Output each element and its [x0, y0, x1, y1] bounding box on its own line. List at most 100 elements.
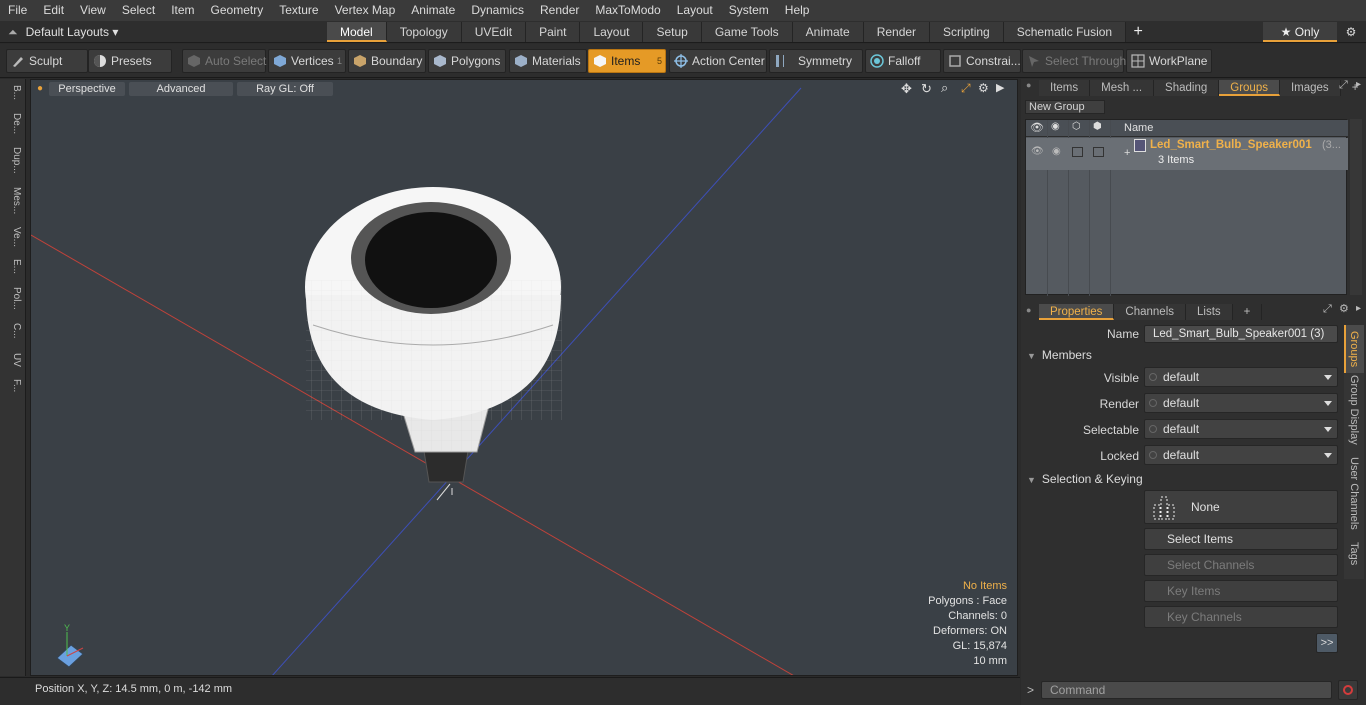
- left-tab-ve[interactable]: Ve...: [4, 227, 22, 247]
- props-expand-icon[interactable]: ⤢: [1323, 303, 1332, 316]
- materials-button[interactable]: Materials: [509, 49, 587, 73]
- command-input[interactable]: Command: [1041, 681, 1332, 699]
- group-list-scrollbar[interactable]: [1350, 119, 1362, 295]
- menu-help[interactable]: Help: [777, 0, 818, 21]
- viewport-expand-icon[interactable]: ▶: [996, 81, 1004, 94]
- visible-dropdown[interactable]: default: [1144, 367, 1338, 387]
- members-section[interactable]: ▼ Members: [1027, 348, 1092, 362]
- row-lock-checkbox[interactable]: [1093, 147, 1104, 157]
- menu-animate[interactable]: Animate: [403, 0, 463, 21]
- left-tab-dup[interactable]: Dup...: [4, 147, 22, 174]
- group-name-field[interactable]: Led_Smart_Bulb_Speaker001 (3): [1144, 325, 1338, 343]
- top-panel-menu-icon[interactable]: ●: [1026, 80, 1031, 90]
- falloff-button[interactable]: Falloff: [865, 49, 941, 73]
- only-toggle[interactable]: ★ Only: [1263, 22, 1337, 42]
- tab-items[interactable]: Items: [1039, 80, 1091, 96]
- add-prop-tab-icon[interactable]: +: [1233, 304, 1263, 320]
- left-tab-uv[interactable]: UV: [4, 353, 22, 367]
- menu-file[interactable]: File: [0, 0, 35, 21]
- 3d-viewport[interactable]: Y ● Perspective Advanced Ray GL: Off ✥ ↻…: [30, 79, 1018, 676]
- menu-system[interactable]: System: [721, 0, 777, 21]
- raygl-button[interactable]: Ray GL: Off: [237, 82, 333, 96]
- left-tab-b[interactable]: B...: [4, 85, 22, 100]
- menu-texture[interactable]: Texture: [271, 0, 326, 21]
- locked-dropdown[interactable]: default: [1144, 445, 1338, 465]
- left-tab-f[interactable]: F...: [4, 379, 22, 392]
- render-header-icon[interactable]: ◉: [1051, 121, 1060, 132]
- add-tab-icon[interactable]: +: [1126, 22, 1150, 42]
- tab-layout[interactable]: Layout: [580, 22, 644, 42]
- tab-schematic-fusion[interactable]: Schematic Fusion: [1003, 22, 1127, 42]
- tab-groups[interactable]: Groups: [1219, 80, 1280, 96]
- tab-lists[interactable]: Lists: [1186, 304, 1233, 320]
- items-button[interactable]: Items 5: [588, 49, 666, 73]
- panel-expand-icon[interactable]: ⤢: [1339, 79, 1348, 92]
- rotate-view-icon[interactable]: ↻: [921, 81, 932, 97]
- tab-channels[interactable]: Channels: [1114, 304, 1187, 320]
- presets-button[interactable]: Presets: [88, 49, 172, 73]
- tab-model[interactable]: Model: [327, 22, 387, 42]
- symmetry-button[interactable]: Symmetry: [769, 49, 863, 73]
- left-tab-c[interactable]: C...: [4, 323, 22, 339]
- selectable-dropdown[interactable]: default: [1144, 419, 1338, 439]
- menu-select[interactable]: Select: [114, 0, 163, 21]
- menu-edit[interactable]: Edit: [35, 0, 72, 21]
- view-perspective-button[interactable]: Perspective: [49, 82, 125, 96]
- select-through-button[interactable]: Select Through: [1022, 49, 1126, 73]
- menu-item[interactable]: Item: [163, 0, 202, 21]
- side-tab-groups[interactable]: Groups: [1344, 325, 1364, 373]
- menu-view[interactable]: View: [72, 0, 114, 21]
- record-button[interactable]: [1338, 680, 1358, 700]
- props-panel-menu-icon[interactable]: ●: [1026, 305, 1031, 315]
- key-channels-button[interactable]: Key Channels: [1144, 606, 1338, 628]
- fit-view-icon[interactable]: ⤢: [961, 81, 971, 96]
- menu-vertex-map[interactable]: Vertex Map: [327, 0, 404, 21]
- selection-keying-section[interactable]: ▼ Selection & Keying: [1027, 472, 1143, 486]
- side-tab-user-channels[interactable]: User Channels: [1344, 455, 1364, 531]
- row-select-checkbox[interactable]: [1072, 147, 1083, 157]
- menu-layout[interactable]: Layout: [669, 0, 721, 21]
- zoom-view-icon[interactable]: ⌕: [941, 80, 948, 96]
- select-channels-button[interactable]: Select Channels: [1144, 554, 1338, 576]
- tab-uvedit[interactable]: UVEdit: [461, 22, 527, 42]
- tab-paint[interactable]: Paint: [526, 22, 581, 42]
- new-group-button[interactable]: New Group: [1025, 100, 1105, 114]
- menu-dynamics[interactable]: Dynamics: [463, 0, 532, 21]
- none-button[interactable]: None: [1144, 490, 1338, 524]
- menu-maxtomodo[interactable]: MaxToModo: [587, 0, 668, 21]
- menu-geometry[interactable]: Geometry: [203, 0, 272, 21]
- move-view-icon[interactable]: ✥: [901, 81, 912, 97]
- lock-header-icon[interactable]: ⬢: [1093, 121, 1102, 132]
- name-column-header[interactable]: Name: [1124, 122, 1153, 134]
- tab-images[interactable]: Images: [1279, 80, 1341, 96]
- props-gear-icon[interactable]: ⚙: [1339, 302, 1349, 315]
- left-tab-mes[interactable]: Mes...: [4, 187, 22, 214]
- default-layouts-dropdown[interactable]: ⏶ Default Layouts ▾: [8, 21, 118, 43]
- group-row[interactable]: 👁 ◉ + Led_Smart_Bulb_Speaker001 (3... 3 …: [1026, 138, 1348, 170]
- panel-more-icon[interactable]: ▸: [1356, 79, 1361, 90]
- left-tab-e[interactable]: E...: [4, 259, 22, 274]
- row-expand-icon[interactable]: +: [1124, 147, 1130, 159]
- more-button[interactable]: >>: [1316, 633, 1338, 653]
- constraints-button[interactable]: Constrai...: [943, 49, 1021, 73]
- action-center-button[interactable]: Action Center: [669, 49, 767, 73]
- polygons-button[interactable]: Polygons: [428, 49, 506, 73]
- menu-render[interactable]: Render: [532, 0, 587, 21]
- select-header-icon[interactable]: ⬡: [1072, 121, 1081, 132]
- side-tab-group-display[interactable]: Group Display: [1344, 375, 1364, 445]
- tab-setup[interactable]: Setup: [643, 22, 702, 42]
- vertices-button[interactable]: Vertices 1: [268, 49, 346, 73]
- select-items-button[interactable]: Select Items: [1144, 528, 1338, 550]
- gear-icon[interactable]: ⚙: [1341, 22, 1361, 42]
- row-visibility-icon[interactable]: 👁: [1031, 146, 1044, 157]
- shading-advanced-button[interactable]: Advanced: [129, 82, 233, 96]
- visibility-header-icon[interactable]: 👁: [1030, 121, 1044, 134]
- tab-game-tools[interactable]: Game Tools: [701, 22, 793, 42]
- viewport-gear-icon[interactable]: ⚙: [978, 81, 989, 95]
- tab-topology[interactable]: Topology: [386, 22, 462, 42]
- left-tab-pol[interactable]: Pol...: [4, 287, 22, 310]
- props-more-icon[interactable]: ▸: [1356, 303, 1361, 314]
- row-render-icon[interactable]: ◉: [1052, 146, 1061, 157]
- workplane-button[interactable]: WorkPlane: [1126, 49, 1212, 73]
- tab-scripting[interactable]: Scripting: [930, 22, 1004, 42]
